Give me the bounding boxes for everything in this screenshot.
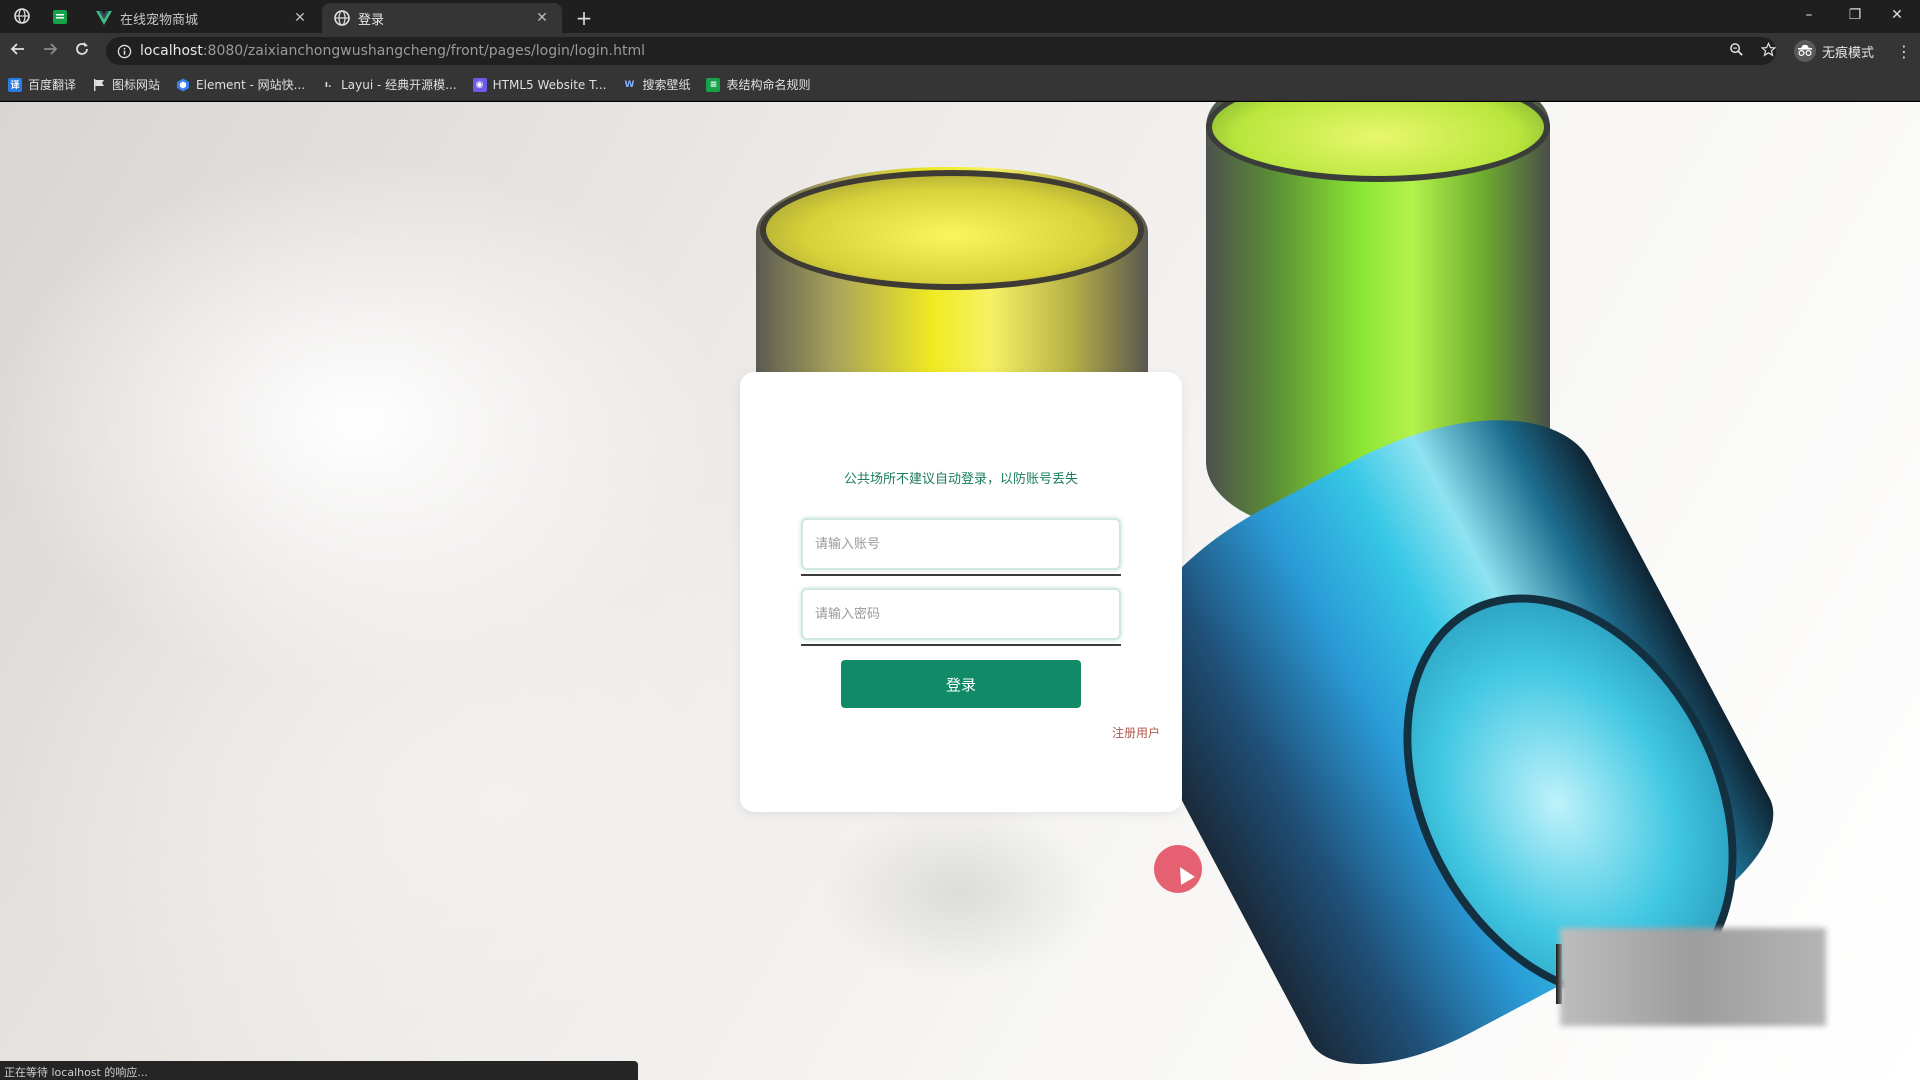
restore-button[interactable]: ❐ <box>1832 0 1878 30</box>
close-icon: ✕ <box>1891 7 1903 23</box>
password-input[interactable] <box>801 588 1121 640</box>
login-button[interactable]: 登录 <box>841 660 1081 708</box>
wallpaper-search-icon: W <box>624 79 635 90</box>
incognito-indicator[interactable]: 无痕模式 <box>1794 38 1874 64</box>
bookmarks-bar: 译 百度翻译 图标网站 Element - 网站快... ı. Layui - … <box>0 69 1920 101</box>
bookmark-label: 搜索壁纸 <box>642 78 691 92</box>
url-path: :8080/zaixianchongwushangcheng/front/pag… <box>202 43 645 59</box>
url-host: localhost <box>140 43 203 59</box>
new-tab-button[interactable]: + <box>570 5 598 31</box>
reload-button[interactable] <box>68 37 96 65</box>
tab-login[interactable]: 登录 ✕ <box>322 3 562 33</box>
bookmark-star-button[interactable] <box>1754 37 1782 65</box>
password-underline <box>801 644 1121 646</box>
pinned-tab[interactable] <box>4 3 40 33</box>
vue-icon <box>96 10 112 26</box>
plus-icon: + <box>575 6 593 30</box>
zoom-icon <box>1729 42 1744 61</box>
menu-button[interactable]: ⋮ <box>1890 37 1918 65</box>
bookmark-item[interactable]: ≡ 表结构命名规则 <box>706 73 810 97</box>
bookmark-item[interactable]: ı. Layui - 经典开源模... <box>321 73 457 97</box>
blurred-watermark <box>1560 928 1826 1026</box>
incognito-label: 无痕模式 <box>1822 45 1875 61</box>
status-bar: 正在等待 localhost 的响应... <box>0 1061 638 1080</box>
bookmark-item[interactable]: 译 百度翻译 <box>8 73 76 97</box>
star-icon <box>1760 41 1776 61</box>
tab-title: 在线宠物商城 <box>120 12 199 28</box>
bookmark-label: 百度翻译 <box>28 78 77 92</box>
register-link[interactable]: 注册用户 <box>1112 724 1160 741</box>
baidu-translate-icon: 译 <box>8 77 22 92</box>
element-icon <box>176 78 190 92</box>
close-icon[interactable]: ✕ <box>534 10 550 26</box>
bookmark-label: Element - 网站快... <box>196 78 306 92</box>
reload-icon <box>74 41 90 61</box>
sheet-icon: ≡ <box>706 77 721 92</box>
bookmark-label: 图标网站 <box>112 78 161 92</box>
arrow-left-icon <box>10 41 26 61</box>
html5-template-icon: ◉ <box>472 77 487 92</box>
bookmark-label: HTML5 Website T... <box>492 77 607 92</box>
bookmark-label: 表结构命名规则 <box>726 78 811 92</box>
username-underline <box>801 574 1121 576</box>
globe-icon <box>334 10 350 26</box>
zoom-button[interactable] <box>1722 37 1750 65</box>
background-reflection <box>820 802 1100 982</box>
minimize-icon: – <box>1805 7 1813 23</box>
globe-icon <box>14 8 30 28</box>
arrow-right-icon <box>42 41 58 61</box>
close-icon[interactable]: ✕ <box>292 10 308 26</box>
back-button[interactable] <box>4 37 32 65</box>
sheet-icon <box>53 9 67 28</box>
minimize-button[interactable]: – <box>1786 0 1832 30</box>
info-icon[interactable] <box>116 43 132 59</box>
bookmark-item[interactable]: ◉ HTML5 Website T... <box>472 73 607 97</box>
forward-button[interactable] <box>36 37 64 65</box>
username-input[interactable] <box>801 518 1121 570</box>
page-viewport: 公共场所不建议自动登录，以防账号丢失 登录 注册用户 <box>0 102 1920 1080</box>
browser-toolbar: localhost:8080/zaixianchongwushangcheng/… <box>0 33 1920 69</box>
flag-icon <box>92 78 106 92</box>
pinned-tab-sheet[interactable] <box>42 3 78 33</box>
layui-icon: ı. <box>324 79 332 90</box>
restore-icon: ❐ <box>1848 7 1862 23</box>
tab-strip: 在线宠物商城 ✕ 登录 ✕ + – ❐ ✕ <box>0 0 1920 33</box>
more-vert-icon: ⋮ <box>1896 41 1912 61</box>
incognito-icon <box>1794 40 1816 62</box>
tab-title: 登录 <box>358 12 385 28</box>
bookmark-item[interactable]: Element - 网站快... <box>176 73 305 97</box>
bookmark-item[interactable]: W 搜索壁纸 <box>622 73 690 97</box>
bookmark-label: Layui - 经典开源模... <box>341 78 457 92</box>
background-glass-yellow-rim <box>760 170 1144 290</box>
close-window-button[interactable]: ✕ <box>1874 0 1920 30</box>
address-bar[interactable]: localhost:8080/zaixianchongwushangcheng/… <box>106 37 1776 65</box>
login-card: 公共场所不建议自动登录，以防账号丢失 登录 注册用户 <box>740 372 1182 812</box>
tab-pet-shop[interactable]: 在线宠物商城 ✕ <box>84 3 320 33</box>
login-notice: 公共场所不建议自动登录，以防账号丢失 <box>843 472 1078 487</box>
bookmark-item[interactable]: 图标网站 <box>92 73 160 97</box>
